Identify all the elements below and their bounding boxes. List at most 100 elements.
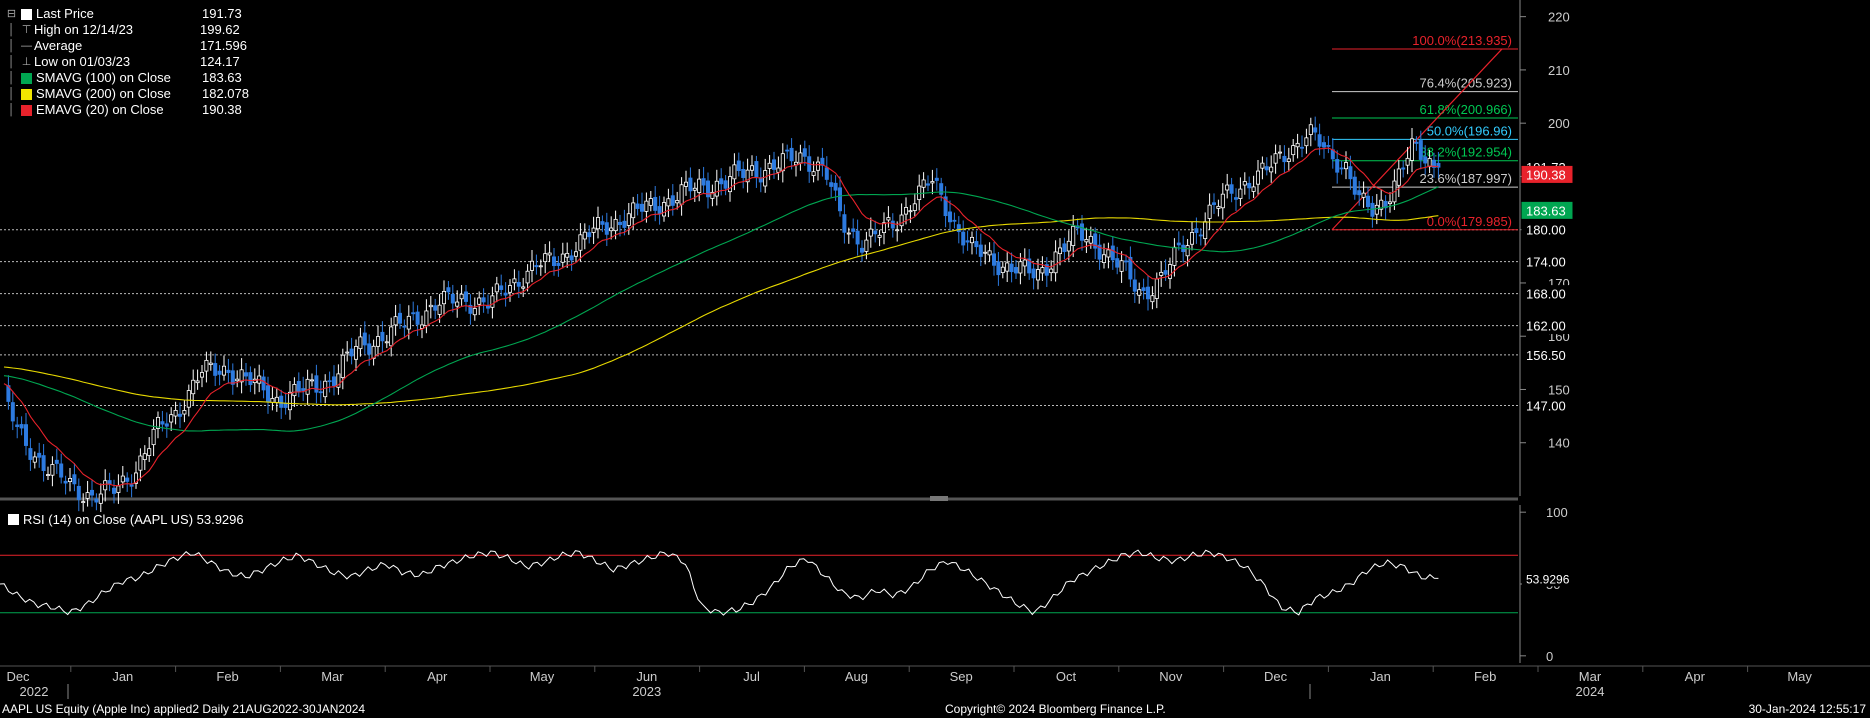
x-month-label: May xyxy=(530,669,555,684)
candle-body xyxy=(182,410,187,415)
candle-body xyxy=(626,213,631,226)
candle-body xyxy=(1124,260,1129,263)
candle-body xyxy=(1247,182,1252,189)
candle-body xyxy=(477,297,482,305)
candle-body xyxy=(446,287,451,293)
candle-body xyxy=(877,234,882,238)
legend-item-value: 183.63 xyxy=(202,70,242,85)
price-tick-label: 150 xyxy=(1548,382,1570,397)
footer-timestamp: 30-Jan-2024 12:55:17 xyxy=(1748,702,1866,716)
legend-item-value: 182.078 xyxy=(202,86,249,101)
price-tick-label: 140 xyxy=(1548,436,1570,451)
candle-body xyxy=(397,312,402,324)
candle-body xyxy=(1040,267,1045,274)
candle-body xyxy=(327,380,332,383)
candle-body xyxy=(864,239,869,252)
candle-body xyxy=(10,402,15,422)
candle-body xyxy=(1295,142,1300,148)
candle-body xyxy=(670,195,675,206)
candle-body xyxy=(1150,295,1155,303)
candle-body xyxy=(574,251,579,257)
candle-body xyxy=(81,501,86,504)
candle-body xyxy=(534,265,539,268)
footer-security-info: AAPL US Equity (Apple Inc) applied2 Dail… xyxy=(2,702,366,716)
candle-body xyxy=(72,474,77,485)
candle-body xyxy=(389,326,394,347)
candle-body xyxy=(1317,134,1322,147)
candle-body xyxy=(213,363,218,376)
candle-body xyxy=(587,232,592,238)
fib-level-label: 23.6%(187.997) xyxy=(1419,171,1512,186)
candle-body xyxy=(32,456,37,463)
candle-body xyxy=(19,424,24,429)
candle-body xyxy=(116,485,121,493)
candle-body xyxy=(1352,176,1357,195)
candle-body xyxy=(147,448,152,456)
candle-body xyxy=(301,388,306,391)
candle-body xyxy=(666,198,671,207)
candle-body xyxy=(723,180,728,189)
candle-body xyxy=(177,413,182,417)
candle-body xyxy=(1176,242,1181,246)
candle-body xyxy=(833,182,838,191)
candle-body xyxy=(1141,287,1146,292)
candle-body xyxy=(76,485,81,500)
candle-body xyxy=(780,153,785,172)
legend-marker-icon: ⊥ xyxy=(21,56,32,68)
candle-body xyxy=(402,325,407,328)
candle-body xyxy=(525,270,530,284)
candle-body xyxy=(424,310,429,327)
candle-body xyxy=(349,348,354,357)
candle-body xyxy=(552,256,557,267)
legend-tree-icon: │ xyxy=(8,104,15,116)
legend-item: │ EMAVG (20) on Close 190.38 xyxy=(4,102,249,118)
candle-body xyxy=(292,384,297,397)
candle-body xyxy=(1022,259,1027,267)
candle-body xyxy=(459,293,464,300)
candle-body xyxy=(1269,166,1274,173)
candle-body xyxy=(1216,205,1221,209)
candle-body xyxy=(1300,146,1305,149)
candle-body xyxy=(543,253,548,263)
candle-body xyxy=(741,168,746,178)
candle-body xyxy=(1154,278,1159,299)
candle-body xyxy=(521,286,526,289)
candle-body xyxy=(98,493,103,504)
candle-body xyxy=(221,365,226,376)
candle-body xyxy=(353,346,358,360)
candle-body xyxy=(890,220,895,229)
candle-body xyxy=(199,372,204,378)
candle-body xyxy=(358,336,363,350)
candle-body xyxy=(50,464,55,476)
candle-body xyxy=(657,206,662,215)
candle-body xyxy=(754,161,759,178)
candle-body xyxy=(978,244,983,257)
candle-body xyxy=(279,395,284,408)
legend-swatch xyxy=(21,104,32,116)
candle-body xyxy=(1185,245,1190,257)
candle-body xyxy=(1291,145,1296,156)
candle-body xyxy=(596,217,601,230)
candle-body xyxy=(846,232,851,235)
candle-body xyxy=(1322,142,1327,148)
candle-body xyxy=(112,487,117,494)
candle-body xyxy=(41,455,46,471)
x-month-label: Jul xyxy=(743,669,760,684)
candle-body xyxy=(569,255,574,261)
candle-body xyxy=(59,463,64,478)
chart-legend: ⊟ Last Price 191.73 │ ⊤ High on 12/14/23 199.6… xyxy=(4,6,249,118)
candle-body xyxy=(934,177,939,181)
candle-body xyxy=(560,253,565,263)
candle-body xyxy=(1066,240,1071,252)
legend-item-value: 199.62 xyxy=(200,22,240,37)
candle-body xyxy=(728,176,733,193)
candle-body xyxy=(406,315,411,330)
candle-body xyxy=(811,171,816,176)
candle-body xyxy=(129,484,134,487)
candle-body xyxy=(195,380,200,384)
candle-body xyxy=(463,291,468,302)
legend-item-value: 190.38 xyxy=(202,102,242,117)
legend-tree-icon: │ xyxy=(8,40,15,52)
candle-body xyxy=(961,231,966,246)
candle-body xyxy=(340,354,345,378)
